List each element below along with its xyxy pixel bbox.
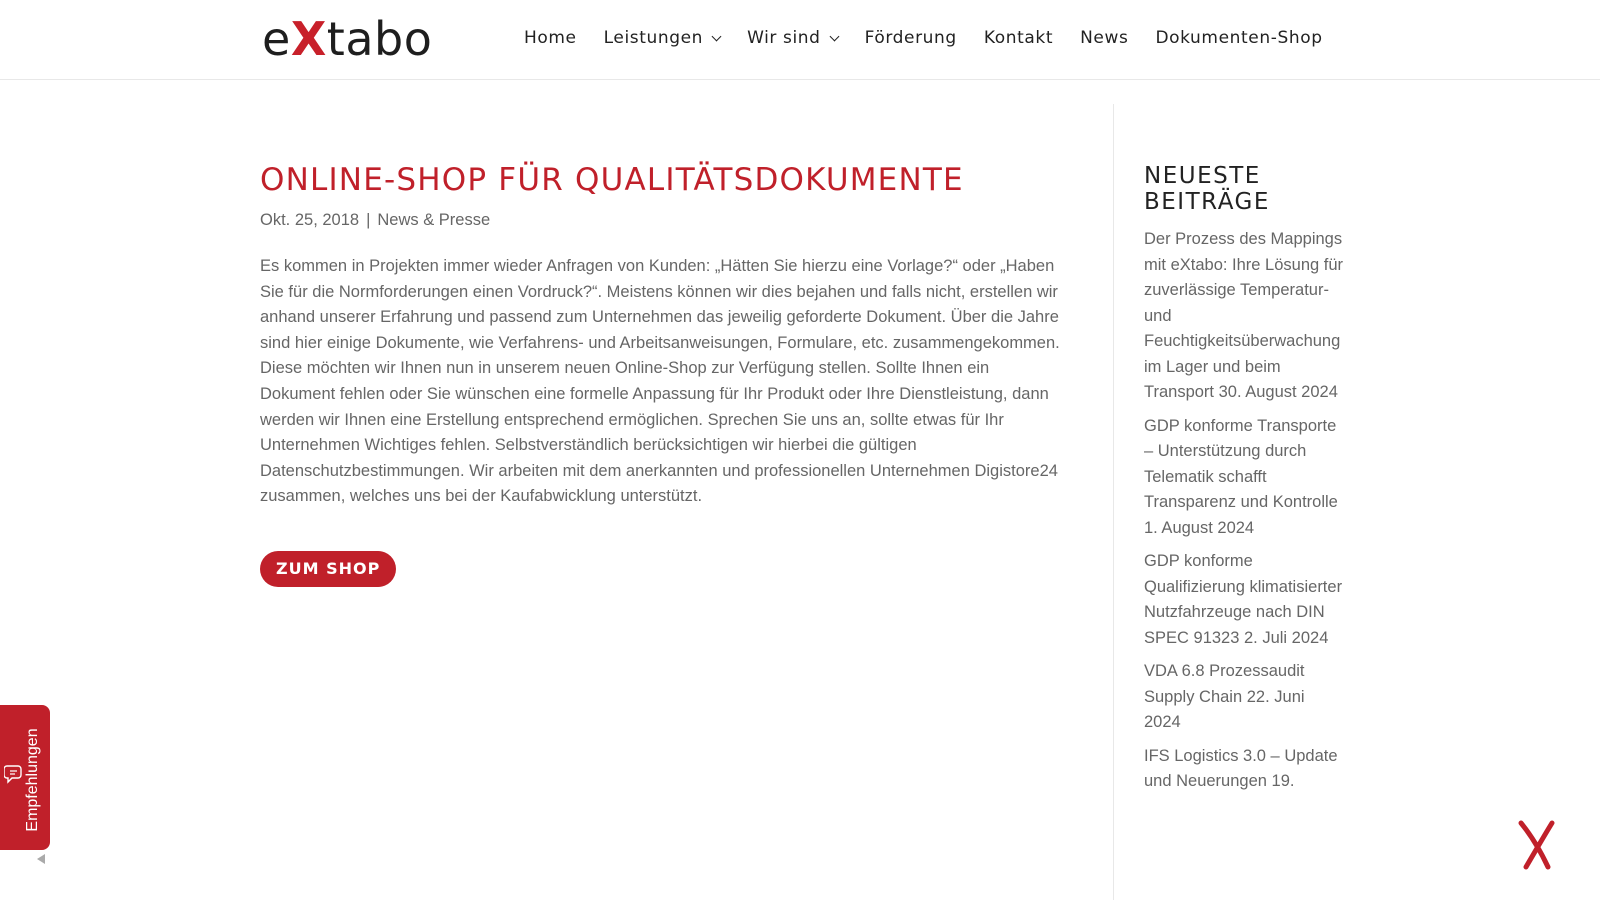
site-logo[interactable]: e Xtabo: [262, 12, 433, 66]
post-meta: Okt. 25, 2018 | News & Presse: [260, 208, 1060, 232]
zum-shop-button[interactable]: ZUM SHOP: [260, 551, 397, 588]
recent-post-date: 19.: [1271, 772, 1295, 790]
recent-post-link[interactable]: Der Prozess des Mappings mit eXtabo: Ihr…: [1144, 230, 1343, 401]
meta-separator: |: [366, 211, 371, 229]
post-date: Okt. 25, 2018: [260, 211, 360, 229]
recent-post-date: 30. August 2024: [1218, 383, 1338, 401]
widget-label: Empfehlungen: [24, 728, 41, 832]
post-body: Es kommen in Projekten immer wieder Anfr…: [260, 257, 1060, 506]
nav-label: Home: [524, 28, 577, 48]
nav-item-home[interactable]: Home: [524, 28, 577, 48]
main-nav: Home Leistungen Wir sind Förderung Konta…: [524, 28, 1323, 48]
sidebar-title: NEUESTE BEITRÄGE: [1144, 163, 1270, 215]
post-title: ONLINE-SHOP FÜR QUALITÄTSDOKUMENTE: [260, 162, 964, 198]
recent-post-link[interactable]: GDP konforme Transporte – Unterstützung …: [1144, 417, 1338, 512]
logo-text-post: tabo: [326, 12, 433, 66]
site-header: e Xtabo Home Leistungen Wir sind Förderun…: [0, 0, 1600, 80]
sidebar: NEUESTE BEITRÄGE Der Prozess des Mapping…: [1144, 163, 1344, 803]
sidebar-divider: [1113, 104, 1114, 900]
logo-text-pre: e: [262, 12, 291, 66]
nav-item-dokumenten-shop[interactable]: Dokumenten-Shop: [1155, 28, 1322, 48]
nav-item-foerderung[interactable]: Förderung: [865, 28, 957, 48]
nav-label: Kontakt: [983, 28, 1054, 48]
chevron-down-icon: [829, 31, 840, 41]
nav-item-wir-sind[interactable]: Wir sind: [747, 28, 840, 48]
nav-item-leistungen[interactable]: Leistungen: [603, 28, 722, 48]
post-category-link[interactable]: News & Presse: [377, 211, 490, 229]
nav-label: Wir sind: [747, 28, 821, 48]
nav-label: News: [1080, 28, 1129, 48]
recent-post-link[interactable]: IFS Logistics 3.0 – Update und Neuerunge…: [1144, 747, 1338, 791]
logo-text-x: X: [290, 12, 327, 66]
empfehlungen-widget-tab[interactable]: Empfehlungen: [0, 705, 50, 850]
recent-posts-list: Der Prozess des Mappings mit eXtabo: Ihr…: [1144, 227, 1344, 795]
list-item: GDP konforme Transporte – Unterstützung …: [1144, 414, 1344, 542]
nav-label: Leistungen: [603, 28, 704, 48]
nav-item-news[interactable]: News: [1080, 28, 1128, 48]
caret-left-icon[interactable]: [37, 854, 45, 864]
nav-item-kontakt[interactable]: Kontakt: [984, 28, 1053, 48]
list-item: VDA 6.8 Prozessaudit Supply Chain 22. Ju…: [1144, 659, 1344, 736]
list-item: IFS Logistics 3.0 – Update und Neuerunge…: [1144, 744, 1344, 795]
recent-post-date: 2. Juli 2024: [1244, 628, 1329, 647]
list-item: Der Prozess des Mappings mit eXtabo: Ihr…: [1144, 227, 1344, 406]
chevron-down-icon: [711, 31, 722, 41]
nav-label: Dokumenten-Shop: [1155, 28, 1323, 48]
recent-post-date: 1. August 2024: [1144, 518, 1255, 537]
nav-label: Förderung: [864, 28, 957, 48]
list-item: GDP konforme Qualifizierung klimatisiert…: [1144, 549, 1344, 651]
chat-bubbles-icon: [4, 765, 22, 784]
extabo-x-icon[interactable]: [1518, 820, 1558, 870]
article: ONLINE-SHOP FÜR QUALITÄTSDOKUMENTE Okt. …: [260, 160, 1060, 588]
